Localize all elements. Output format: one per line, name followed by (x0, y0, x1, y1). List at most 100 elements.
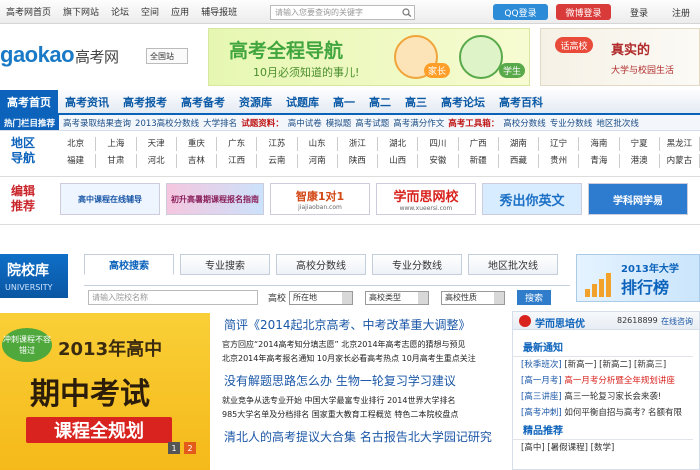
resource-link[interactable]: 高考满分作文 (393, 117, 444, 129)
region-link[interactable]: 山西 (378, 154, 419, 168)
region-link[interactable]: 西藏 (499, 154, 539, 168)
nav-exams[interactable]: 试题库 (279, 90, 326, 113)
ad-zxxk[interactable]: 学科网学易 (588, 183, 688, 215)
region-link[interactable]: 黑龙江 (660, 137, 700, 151)
news-line[interactable]: 985大学名单及分档排名 国家重大教育工程概览 特色二本院校盘点 (222, 408, 506, 422)
hot-link[interactable]: 大学排名 (203, 117, 237, 129)
region-link[interactable]: 云南 (257, 154, 298, 168)
region-link[interactable]: 福建 (56, 154, 97, 168)
weibo-login-button[interactable]: 微博登录 (556, 4, 611, 20)
qq-login-button[interactable]: QQ登录 (493, 4, 548, 20)
top-nav-forum[interactable]: 论坛 (105, 5, 135, 18)
news-line[interactable]: 就业竞争从选专业开始 中国大学最富专业排行 2014世界大学排名 (222, 394, 506, 408)
region-link[interactable]: 海南 (579, 137, 620, 151)
online-consult-link[interactable]: 在线咨询 (661, 316, 693, 327)
featured-item[interactable]: [高中] [暑假课程] [数学] (513, 440, 699, 456)
resource-link[interactable]: 高考试题 (355, 117, 389, 129)
region-link[interactable]: 吉林 (177, 154, 217, 168)
region-link[interactable]: 新疆 (459, 154, 499, 168)
hot-link[interactable]: 高考录取结果查询 (63, 117, 131, 129)
region-link[interactable]: 广西 (459, 137, 499, 151)
nav-grade1[interactable]: 高一 (326, 90, 362, 113)
region-link[interactable]: 重庆 (177, 137, 217, 151)
college-name-input[interactable]: 请输入院校名称 (88, 290, 258, 305)
top-nav-space[interactable]: 空间 (135, 5, 165, 18)
nav-wiki[interactable]: 高考百科 (492, 90, 550, 113)
tab-major-search[interactable]: 专业搜索 (180, 254, 270, 275)
ad-zhikang[interactable]: 智康1对1 jiajiaoban.com (270, 183, 370, 215)
top-search-input[interactable]: 请输入您要查询的关键字 (270, 5, 415, 20)
news-headline[interactable]: 没有解题思路怎么办 生物一轮复习学习建议 (222, 372, 506, 390)
resource-link[interactable]: 模拟题 (326, 117, 352, 129)
tool-link[interactable]: 地区批次线 (596, 117, 639, 129)
campus-life-banner[interactable]: 话高校 真实的 大学与校园生活 (540, 28, 700, 86)
news-line[interactable]: 北京2014年高考报名通知 10月家长必看高考热点 10月高考生重点关注 (222, 352, 506, 366)
notice-item[interactable]: [高考冲刺] 如何平衡自招与高考? 名额有限 (513, 405, 699, 421)
region-link[interactable]: 北京 (56, 137, 97, 151)
tab-college-scores[interactable]: 高校分数线 (276, 254, 366, 275)
nav-prep[interactable]: 高考备考 (174, 90, 232, 113)
region-link[interactable]: 陕西 (338, 154, 378, 168)
region-link[interactable]: 青海 (579, 154, 620, 168)
region-link[interactable]: 四川 (418, 137, 459, 151)
nav-grade2[interactable]: 高二 (362, 90, 398, 113)
ad-english[interactable]: 秀出你英文 (482, 183, 582, 215)
ranking-banner[interactable]: 2013年大学 排行榜 (576, 254, 700, 302)
region-link[interactable]: 内蒙古 (660, 154, 700, 168)
nav-forum[interactable]: 高考论坛 (434, 90, 492, 113)
region-link[interactable]: 湖南 (499, 137, 539, 151)
banner-page-2[interactable]: 2 (184, 442, 196, 454)
login-link[interactable]: 登录 (630, 6, 648, 19)
region-link[interactable]: 上海 (96, 137, 137, 151)
top-nav-apps[interactable]: 应用 (165, 5, 195, 18)
nav-gaokao-home[interactable]: 高考首页 (0, 90, 58, 113)
notice-item[interactable]: [高三讲座] 高三一轮复习家长会来袭! (513, 389, 699, 405)
midterm-banner[interactable]: 冲刺课程不容错过 2013年高中 期中考试 课程全规划 1 2 (0, 313, 210, 470)
region-link[interactable]: 甘肃 (96, 154, 137, 168)
region-link[interactable]: 宁夏 (620, 137, 660, 151)
college-search-button[interactable]: 搜索 (517, 290, 552, 305)
notice-item[interactable]: [秋季班次] [新高一] [新高二] [新高三] (513, 357, 699, 373)
news-headline[interactable]: 简评《2014起北京高考、中考改革重大调整》 (222, 316, 506, 334)
region-link[interactable]: 辽宁 (539, 137, 580, 151)
search-icon[interactable] (402, 8, 412, 17)
region-link[interactable]: 湖北 (378, 137, 419, 151)
resource-link[interactable]: 高中试卷 (288, 117, 322, 129)
college-type-select[interactable]: 高校类型 (365, 290, 430, 305)
nav-grade3[interactable]: 高三 (398, 90, 434, 113)
tool-link[interactable]: 专业分数线 (550, 117, 593, 129)
banner-page-1[interactable]: 1 (168, 442, 180, 454)
tab-major-scores[interactable]: 专业分数线 (372, 254, 462, 275)
top-nav-tutoring[interactable]: 辅导报班 (195, 5, 243, 18)
region-link[interactable]: 安徽 (418, 154, 459, 168)
region-link[interactable]: 港澳 (620, 154, 660, 168)
nav-apply[interactable]: 高考报考 (116, 90, 174, 113)
register-link[interactable]: 注册 (672, 6, 690, 19)
site-selector[interactable]: 全国站 (146, 48, 188, 64)
ad-xueersi[interactable]: 学而思网校 www.xueersi.com (376, 183, 476, 215)
region-link[interactable]: 广东 (217, 137, 258, 151)
region-link[interactable]: 天津 (137, 137, 177, 151)
hot-link[interactable]: 2013高校分数线 (135, 117, 199, 129)
region-link[interactable]: 山东 (298, 137, 338, 151)
region-link[interactable]: 贵州 (539, 154, 580, 168)
tab-region-lines[interactable]: 地区批次线 (468, 254, 558, 275)
region-link[interactable]: 河北 (137, 154, 177, 168)
tool-link[interactable]: 高校分数线 (503, 117, 546, 129)
site-logo[interactable]: gaokao高考网 (0, 42, 119, 68)
notice-item[interactable]: [高一月考] 高一月考分析暨全年规划讲座 (513, 373, 699, 389)
guide-banner[interactable]: 高考全程导航 10月必须知道的事儿! 家长 学生 (208, 28, 530, 86)
region-link[interactable]: 河南 (298, 154, 338, 168)
college-nature-select[interactable]: 高校性质 (441, 290, 506, 305)
region-link[interactable]: 江苏 (257, 137, 298, 151)
top-nav-sites[interactable]: 旗下网站 (57, 5, 105, 18)
region-link[interactable]: 江西 (217, 154, 258, 168)
region-link[interactable]: 浙江 (338, 137, 378, 151)
ad-summer-course[interactable]: 初升高暑期课程报名指南 (166, 183, 264, 215)
nav-resources[interactable]: 资源库 (232, 90, 279, 113)
news-headline[interactable]: 清北人的高考提议大合集 名古报告北大学园记研究 (222, 428, 506, 446)
tab-college-search[interactable]: 高校搜索 (84, 254, 174, 275)
nav-news[interactable]: 高考资讯 (58, 90, 116, 113)
top-nav-home[interactable]: 高考网首页 (0, 5, 57, 18)
location-select[interactable]: 所在地 (289, 290, 354, 305)
